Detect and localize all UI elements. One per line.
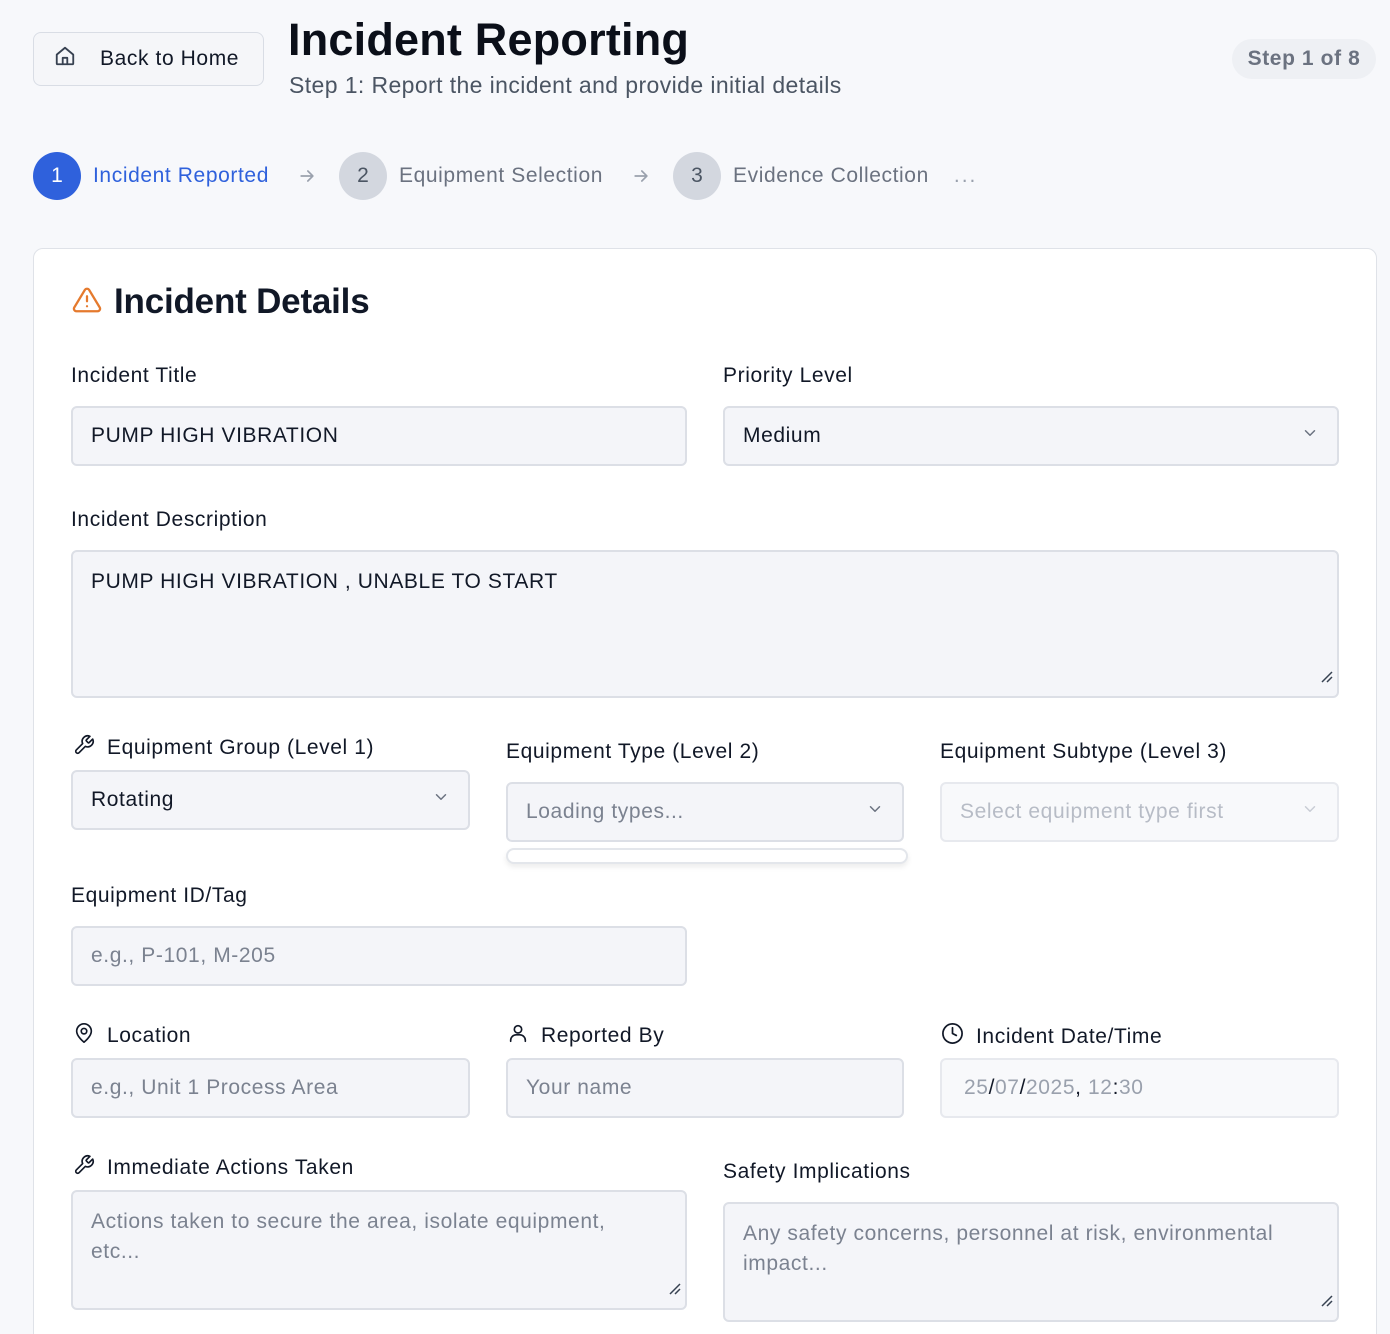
location-placeholder: e.g., Unit 1 Process Area <box>91 1076 339 1099</box>
user-icon <box>507 1022 529 1050</box>
warning-triangle-icon <box>72 285 102 320</box>
immediate-actions-textarea[interactable]: Actions taken to secure the area, isolat… <box>71 1190 687 1310</box>
step-3-circle[interactable]: 3 <box>673 152 722 200</box>
date-year-segment[interactable]: 2025 <box>1026 1076 1075 1100</box>
equipment-group-value: Rotating <box>91 788 175 811</box>
location-input[interactable]: e.g., Unit 1 Process Area <box>71 1058 470 1118</box>
incident-datetime-label: Incident Date/Time <box>941 1022 1162 1051</box>
reported-by-label: Reported By <box>507 1022 664 1050</box>
resize-handle-icon[interactable] <box>667 1274 681 1304</box>
incident-description-label: Incident Description <box>71 508 267 532</box>
incident-datetime-label-text: Incident Date/Time <box>976 1024 1163 1048</box>
back-to-home-button[interactable]: Back to Home <box>33 32 264 86</box>
more-steps-ellipsis: ... <box>953 164 978 187</box>
map-pin-icon <box>73 1022 95 1050</box>
equipment-type-value: Loading types... <box>526 800 684 823</box>
date-day-segment[interactable]: 25 <box>964 1076 989 1100</box>
step-2-label[interactable]: Equipment Selection <box>399 164 603 188</box>
step-progress-badge: Step 1 of 8 <box>1232 39 1376 79</box>
equipment-group-label: Equipment Group (Level 1) <box>73 734 374 762</box>
step-2-circle[interactable]: 2 <box>338 152 387 200</box>
safety-implications-textarea[interactable]: Any safety concerns, personnel at risk, … <box>723 1202 1339 1322</box>
incident-description-value: PUMP HIGH VIBRATION , UNABLE TO START <box>91 570 558 593</box>
safety-implications-placeholder: Any safety concerns, personnel at risk, … <box>743 1222 1274 1275</box>
equipment-id-label: Equipment ID/Tag <box>71 884 248 908</box>
immediate-actions-label-text: Immediate Actions Taken <box>107 1156 354 1179</box>
incident-title-label: Incident Title <box>71 364 197 388</box>
card-header: Incident Details <box>72 282 370 322</box>
wrench-icon <box>73 734 95 762</box>
time-minute-segment[interactable]: 30 <box>1119 1076 1144 1100</box>
priority-level-select[interactable]: Medium <box>723 406 1339 466</box>
immediate-actions-label: Immediate Actions Taken <box>73 1154 354 1182</box>
reported-by-placeholder: Your name <box>526 1076 633 1099</box>
location-label: Location <box>73 1022 191 1050</box>
equipment-subtype-value: Select equipment type first <box>960 800 1224 823</box>
chevron-down-icon <box>1301 800 1319 824</box>
chevron-down-icon <box>1301 424 1319 448</box>
equipment-group-select[interactable]: Rotating <box>71 770 470 830</box>
chevron-down-icon <box>866 800 884 824</box>
reported-by-input[interactable]: Your name <box>506 1058 904 1118</box>
location-label-text: Location <box>107 1024 192 1047</box>
equipment-subtype-label: Equipment Subtype (Level 3) <box>940 740 1227 764</box>
equipment-type-dropdown-panel <box>506 848 908 864</box>
safety-implications-label: Safety Implications <box>723 1160 911 1184</box>
incident-title-label-text: Incident Title <box>71 364 198 387</box>
equipment-group-label-text: Equipment Group (Level 1) <box>107 736 375 759</box>
page-subtitle: Step 1: Report the incident and provide … <box>289 72 842 98</box>
wrench-icon <box>73 1154 95 1182</box>
reported-by-label-text: Reported By <box>541 1024 665 1047</box>
arrow-right-icon <box>631 166 651 186</box>
clock-icon <box>941 1022 964 1051</box>
immediate-actions-placeholder: Actions taken to secure the area, isolat… <box>91 1210 606 1263</box>
time-hour-segment[interactable]: 12 <box>1088 1076 1113 1100</box>
chevron-down-icon <box>432 788 450 812</box>
equipment-subtype-label-text: Equipment Subtype (Level 3) <box>940 740 1228 763</box>
equipment-type-select[interactable]: Loading types... <box>506 782 904 842</box>
resize-handle-icon[interactable] <box>1319 662 1333 692</box>
page-title: Incident Reporting <box>288 14 690 65</box>
incident-title-input[interactable]: PUMP HIGH VIBRATION <box>71 406 687 466</box>
equipment-id-input[interactable]: e.g., P-101, M-205 <box>71 926 687 986</box>
equipment-type-label-text: Equipment Type (Level 2) <box>506 740 760 763</box>
home-icon <box>54 45 76 73</box>
equipment-id-placeholder: e.g., P-101, M-205 <box>91 944 276 967</box>
equipment-subtype-select[interactable]: Select equipment type first <box>940 782 1339 842</box>
priority-level-value: Medium <box>743 424 822 447</box>
arrow-right-icon <box>297 166 317 186</box>
equipment-type-label: Equipment Type (Level 2) <box>506 740 759 764</box>
incident-title-value: PUMP HIGH VIBRATION <box>91 424 339 447</box>
step-1-circle[interactable]: 1 <box>33 152 81 200</box>
resize-handle-icon[interactable] <box>1319 1286 1333 1316</box>
date-month-segment[interactable]: 07 <box>995 1076 1020 1100</box>
incident-description-label-text: Incident Description <box>71 508 268 531</box>
equipment-id-label-text: Equipment ID/Tag <box>71 884 248 907</box>
workflow-stepper: 1 Incident Reported 2 Equipment Selectio… <box>33 152 977 200</box>
priority-level-label-text: Priority Level <box>723 364 853 387</box>
priority-level-label: Priority Level <box>723 364 853 388</box>
safety-implications-label-text: Safety Implications <box>723 1160 911 1183</box>
step-3-label[interactable]: Evidence Collection <box>733 164 929 188</box>
incident-description-textarea[interactable]: PUMP HIGH VIBRATION , UNABLE TO START <box>71 550 1339 698</box>
incident-datetime-input[interactable]: 25/07/2025, 12:30 <box>940 1058 1339 1118</box>
back-to-home-label: Back to Home <box>100 47 240 70</box>
step-1-label[interactable]: Incident Reported <box>93 164 269 188</box>
card-title: Incident Details <box>114 282 370 321</box>
